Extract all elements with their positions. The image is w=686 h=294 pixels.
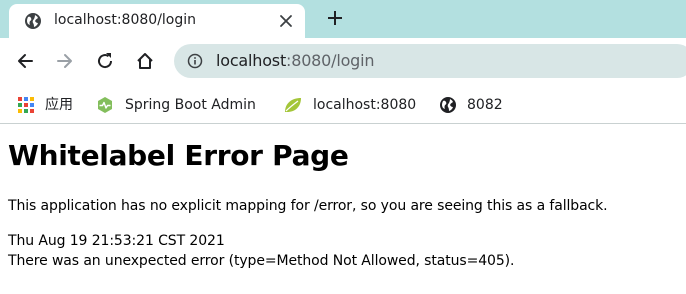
address-bar[interactable]: localhost:8080/login: [174, 44, 686, 78]
home-icon[interactable]: [135, 51, 155, 71]
bookmark-label: 应用: [45, 97, 73, 113]
browser-toolbar: localhost:8080/login: [0, 38, 686, 86]
active-tab[interactable]: localhost:8080/login: [9, 4, 305, 38]
error-timestamp: Thu Aug 19 21:53:21 CST 2021: [8, 233, 225, 249]
bookmark-8082[interactable]: 8082: [439, 95, 505, 115]
close-tab-icon[interactable]: [279, 14, 293, 28]
tab-title: localhost:8080/login: [54, 12, 197, 28]
error-message: This application has no explicit mapping…: [8, 198, 608, 214]
spring-boot-admin-icon: [98, 97, 112, 113]
new-tab-icon[interactable]: [327, 10, 343, 26]
globe-icon: [25, 13, 41, 29]
spring-leaf-icon: [285, 98, 301, 112]
bookmarks-bar: 应用 Spring Boot Admin localhost:8080 8082: [0, 86, 686, 124]
site-info-icon[interactable]: [187, 53, 203, 69]
page-title: Whitelabel Error Page: [8, 139, 349, 172]
url-host: localhost: [216, 51, 287, 70]
globe-icon: [440, 97, 456, 113]
apps-grid-icon: [18, 97, 34, 113]
bookmark-label: 8082: [467, 97, 503, 113]
forward-arrow-icon[interactable]: [55, 51, 75, 71]
bookmark-label: Spring Boot Admin: [125, 97, 256, 113]
bookmark-localhost-8080[interactable]: localhost:8080: [283, 95, 419, 115]
page-content: Whitelabel Error Page This application h…: [0, 125, 686, 294]
back-arrow-icon[interactable]: [15, 51, 35, 71]
url-text: localhost:8080/login: [216, 51, 375, 70]
bookmark-apps[interactable]: 应用: [17, 95, 79, 115]
error-detail: There was an unexpected error (type=Meth…: [8, 253, 515, 269]
bookmark-spring-boot-admin[interactable]: Spring Boot Admin: [96, 95, 266, 115]
bookmark-label: localhost:8080: [313, 97, 417, 113]
reload-icon[interactable]: [95, 51, 115, 71]
url-path: :8080/login: [286, 51, 375, 70]
tab-strip: localhost:8080/login: [0, 0, 686, 38]
